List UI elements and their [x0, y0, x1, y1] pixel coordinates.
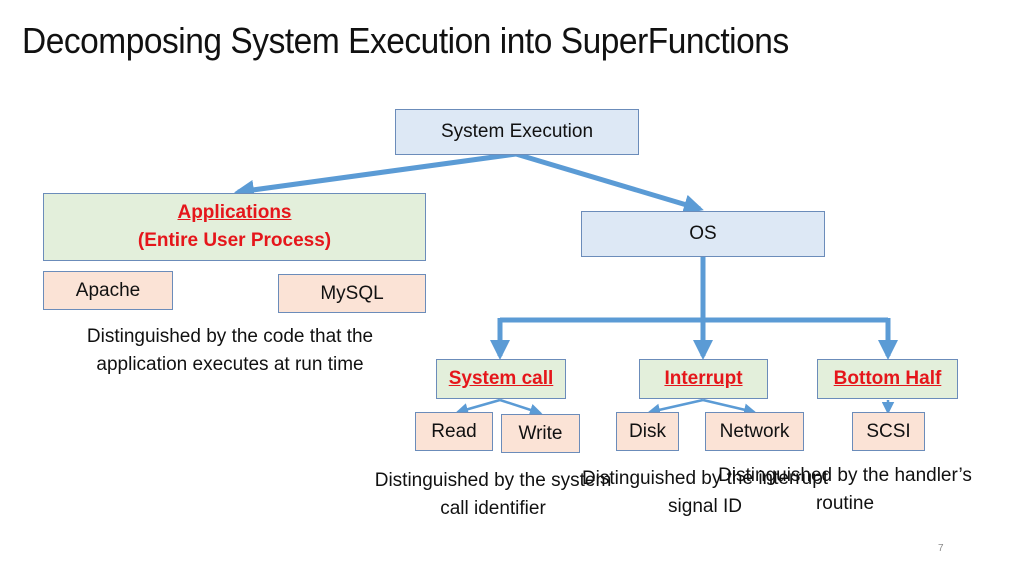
interrupt-label: Interrupt [664, 368, 743, 389]
applications-label: Applications [177, 202, 292, 223]
arrow-syscall-to-write [499, 398, 543, 416]
node-scsi: SCSI [852, 412, 925, 451]
node-bottom-half: Bottom Half [817, 359, 958, 399]
note-line: Distinguished by the code that the [86, 326, 374, 347]
node-label: Apache [75, 279, 141, 301]
bottom-half-label: Bottom Half [833, 368, 942, 389]
bottom-half-note: Distinguished by the handler’s routine [700, 462, 990, 518]
node-label: Read [431, 420, 477, 442]
node-apache: Apache [43, 271, 173, 310]
node-mysql: MySQL [278, 274, 426, 313]
node-label: MySQL [320, 282, 384, 304]
node-label: System Execution [440, 121, 594, 142]
arrow-root-to-os [515, 151, 704, 214]
note-line: Distinguished by the handler’s [718, 465, 972, 486]
applications-sublabel: (Entire User Process) [137, 230, 332, 251]
node-label: Disk [629, 420, 666, 442]
applications-note: Distinguished by the code that the appli… [60, 323, 400, 379]
arrow-root-to-applications [234, 151, 517, 200]
node-applications: Applications (Entire User Process) [43, 193, 426, 261]
node-disk: Disk [616, 412, 679, 451]
node-interrupt: Interrupt [639, 359, 768, 399]
node-os: OS [581, 211, 825, 257]
node-network: Network [705, 412, 804, 451]
note-line: routine [815, 493, 875, 514]
note-line: application executes at run time [96, 354, 364, 375]
node-system-call: System call [436, 359, 566, 399]
arrow-syscall-to-read [455, 398, 501, 416]
node-label: Write [518, 422, 563, 444]
node-write: Write [501, 414, 580, 453]
arrow-interrupt-to-network [702, 398, 757, 416]
node-label: Network [719, 420, 790, 442]
system-call-label: System call [448, 368, 554, 389]
node-label: OS [689, 223, 717, 244]
node-label: SCSI [866, 420, 911, 442]
arrow-interrupt-to-disk [647, 398, 704, 416]
page-number: 7 [938, 543, 944, 554]
node-read: Read [415, 412, 493, 451]
node-system-execution: System Execution [395, 109, 639, 155]
